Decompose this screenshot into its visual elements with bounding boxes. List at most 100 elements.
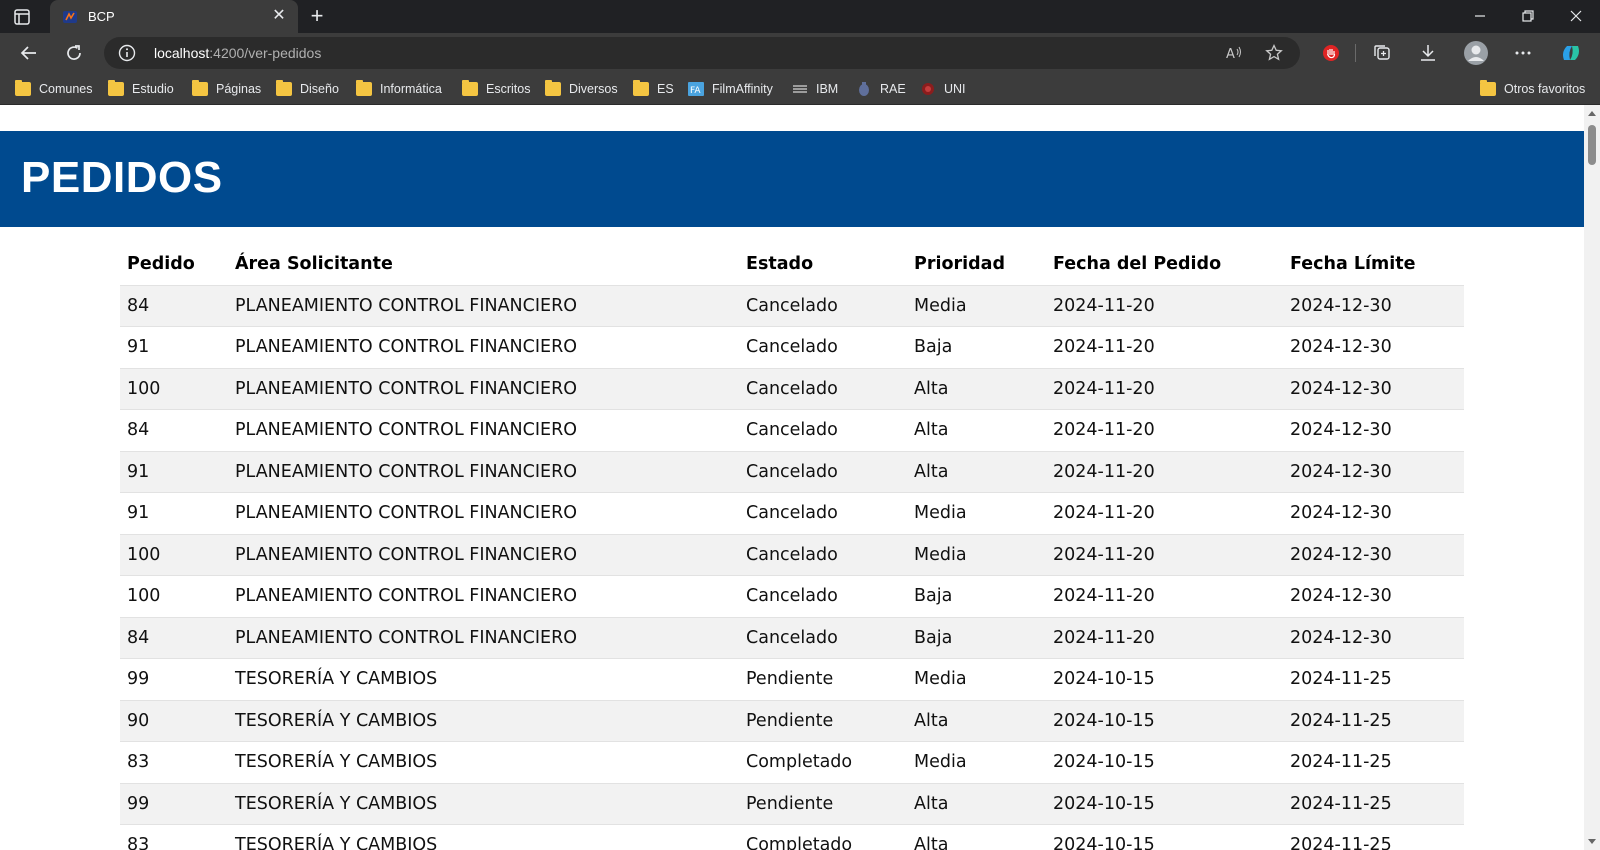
more-options-icon[interactable] [1512,42,1534,64]
folder-icon [1480,80,1496,96]
column-header-prioridad: Prioridad [907,243,1046,286]
bookmark-comunes[interactable]: Comunes [15,80,93,97]
cell-estado: Pendiente [739,783,907,825]
cell-pedido: 100 [120,368,228,410]
table-row: 91 PLANEAMIENTO CONTROL FINANCIERO Cancela… [120,492,1464,535]
table-row: 99 TESORERÍA Y CAMBIOS Pendiente Alta 2024-1… [120,783,1464,825]
bookmark-rae[interactable]: RAE [856,81,906,97]
bookmark-label: Diseño [300,82,339,96]
cell-estado: Cancelado [739,368,907,410]
orders-table-body: 84 PLANEAMIENTO CONTROL FINANCIERO Cancela… [120,285,1464,850]
cell-estado: Cancelado [739,575,907,618]
bookmark-label: UNI [944,82,966,96]
cell-area-solicitante: PLANEAMIENTO CONTROL FINANCIERO [228,617,739,659]
bookmark-uni[interactable]: UNI [920,81,966,97]
bookmark-informatica[interactable]: Informática [356,80,442,97]
bookmark-label: Diversos [569,82,618,96]
bookmark-es[interactable]: ES [633,80,674,97]
folder-icon [545,80,561,96]
profile-avatar-icon[interactable] [1463,40,1489,66]
table-row: 100 PLANEAMIENTO CONTROL FINANCIERO Cancel… [120,575,1464,618]
bookmarks-bar: Comunes Estudio Páginas Diseño Informáti… [0,73,1600,105]
copilot-icon[interactable] [1558,40,1584,66]
bookmark-filmaffinity[interactable]: FA FilmAffinity [688,81,773,97]
cell-area-solicitante: PLANEAMIENTO CONTROL FINANCIERO [228,285,739,327]
site-info-icon[interactable] [118,44,136,62]
downloads-icon[interactable] [1417,42,1439,64]
cell-prioridad: Alta [907,783,1046,825]
bookmark-estudio[interactable]: Estudio [108,80,174,97]
bookmark-label: ES [657,82,674,96]
cell-pedido: 91 [120,492,228,535]
minimize-icon[interactable] [1470,6,1490,26]
close-tab-icon[interactable]: ✕ [270,7,288,25]
scroll-up-icon[interactable] [1588,111,1596,116]
restore-icon[interactable] [1518,6,1538,26]
table-row: 99 TESORERÍA Y CAMBIOS Pendiente Media 2024-… [120,658,1464,701]
column-header-area: Área Solicitante [228,243,739,286]
bookmark-ibm[interactable]: IBM [792,81,838,97]
address-bar[interactable]: localhost:4200/ver-pedidos A [104,37,1300,69]
cell-area-solicitante: PLANEAMIENTO CONTROL FINANCIERO [228,451,739,493]
cell-fecha-pedido: 2024-10-15 [1046,658,1283,701]
folder-icon [633,80,649,96]
bookmark-paginas[interactable]: Páginas [192,80,262,97]
cell-prioridad: Alta [907,368,1046,410]
cell-fecha-limite: 2024-11-25 [1283,700,1464,742]
page-viewport: PEDIDOS Pedido Área Solicitante Estado P… [0,105,1600,850]
cell-estado: Cancelado [739,285,907,327]
cell-area-solicitante: TESORERÍA Y CAMBIOS [228,824,739,850]
back-icon[interactable] [18,42,40,64]
cell-pedido: 84 [120,285,228,327]
cell-fecha-pedido: 2024-10-15 [1046,741,1283,784]
page-scrollbar[interactable] [1584,105,1600,850]
favorite-star-icon[interactable] [1264,43,1284,63]
table-row: 84 PLANEAMIENTO CONTROL FINANCIERO Cancela… [120,617,1464,659]
bookmark-label: Páginas [216,82,262,96]
other-favorites[interactable]: Otros favoritos [1480,80,1586,97]
close-window-icon[interactable] [1566,6,1586,26]
uni-icon [920,82,936,96]
bookmark-label: Informática [380,82,442,96]
cell-prioridad: Baja [907,575,1046,618]
table-row: 100 PLANEAMIENTO CONTROL FINANCIERO Cancel… [120,368,1464,410]
read-aloud-icon[interactable]: A [1224,43,1244,63]
scroll-down-icon[interactable] [1588,839,1596,844]
reload-icon[interactable] [63,42,85,64]
cell-fecha-pedido: 2024-11-20 [1046,368,1283,410]
bookmark-escritos[interactable]: Escritos [462,80,531,97]
cell-estado: Cancelado [739,492,907,535]
cell-fecha-pedido: 2024-11-20 [1046,451,1283,493]
rae-icon [856,82,872,96]
page-title: PEDIDOS [21,153,223,202]
cell-prioridad: Alta [907,700,1046,742]
cell-prioridad: Alta [907,824,1046,850]
bookmark-label: RAE [880,82,906,96]
bookmark-label: Escritos [486,82,531,96]
cell-prioridad: Media [907,285,1046,327]
active-tab[interactable]: BCP ✕ [50,0,298,33]
bookmark-diseno[interactable]: Diseño [276,80,339,97]
cell-fecha-limite: 2024-12-30 [1283,617,1464,659]
cell-fecha-pedido: 2024-11-20 [1046,617,1283,659]
cell-fecha-limite: 2024-12-30 [1283,492,1464,535]
cell-fecha-pedido: 2024-11-20 [1046,409,1283,452]
cell-prioridad: Alta [907,409,1046,452]
folder-icon [15,80,31,96]
bookmark-diversos[interactable]: Diversos [545,80,618,97]
cell-fecha-limite: 2024-11-25 [1283,783,1464,825]
collections-icon[interactable] [1371,42,1393,64]
other-favorites-label: Otros favoritos [1504,82,1586,96]
url-path: :4200/ver-pedidos [209,45,322,61]
new-tab-icon[interactable]: + [306,5,328,27]
cell-fecha-pedido: 2024-10-15 [1046,783,1283,825]
cell-prioridad: Baja [907,617,1046,659]
cell-fecha-pedido: 2024-11-20 [1046,326,1283,369]
cell-area-solicitante: PLANEAMIENTO CONTROL FINANCIERO [228,409,739,452]
cell-fecha-limite: 2024-12-30 [1283,285,1464,327]
scrollbar-thumb[interactable] [1588,125,1596,165]
cell-fecha-pedido: 2024-11-20 [1046,492,1283,535]
tab-actions-icon[interactable] [12,7,38,27]
cell-pedido: 91 [120,451,228,493]
extension-icon[interactable] [1320,42,1342,64]
